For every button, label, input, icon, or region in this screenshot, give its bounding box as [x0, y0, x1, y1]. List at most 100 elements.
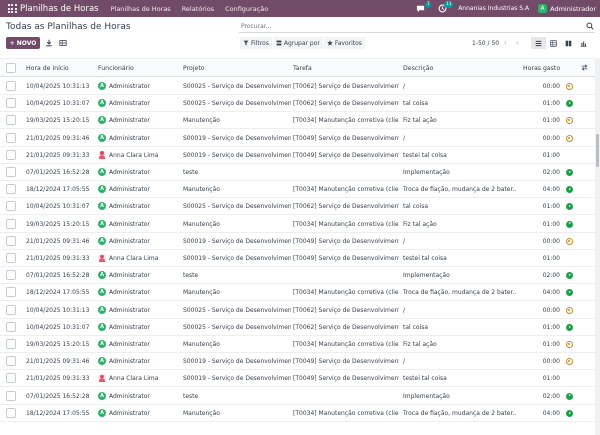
spreadsheet-icon[interactable]: [59, 39, 67, 47]
play-timer-icon[interactable]: [566, 272, 573, 280]
column-header-hours[interactable]: Horas gasto: [523, 65, 560, 72]
row-checkbox[interactable]: [6, 218, 16, 229]
play-timer-icon[interactable]: [566, 169, 573, 176]
timer-status-icon[interactable]: [566, 306, 573, 314]
table-row[interactable]: 21/01/2025 09:31:46 A Administrator S00019 …: [0, 233, 600, 250]
table-row[interactable]: 18/12/2024 17:05:55 A Administrator Manuten…: [0, 284, 600, 302]
row-checkbox[interactable]: [6, 98, 16, 109]
table-row[interactable]: 19/03/2025 15:20:15 A Administrator Manuten…: [0, 112, 600, 130]
table-row[interactable]: 21/01/2025 09:31:33 Anna Clara Lima S00019…: [0, 250, 600, 267]
column-header-date[interactable]: Hora de início: [26, 65, 69, 72]
row-checkbox[interactable]: [6, 390, 16, 401]
table-row[interactable]: 10/04/2025 10:31:07 A Administrator S00025 …: [0, 95, 600, 113]
table-row[interactable]: 21/01/2025 09:31:33 Anna Clara Lima S00019…: [0, 370, 600, 388]
row-checkbox[interactable]: [6, 149, 16, 160]
table-row[interactable]: 07/01/2025 16:52:28 A Administrator teste Im…: [0, 267, 600, 285]
favorites-button[interactable]: Favoritos: [323, 37, 366, 49]
cell-hours: 01:00: [542, 323, 560, 331]
table-row[interactable]: 19/03/2025 15:20:15 A Administrator Manuten…: [0, 216, 600, 233]
apps-menu-icon[interactable]: [6, 3, 18, 15]
filters-button[interactable]: Filtros: [240, 37, 273, 49]
menu-relatorios[interactable]: Relatórios: [182, 5, 214, 13]
view-switcher: [531, 37, 591, 49]
row-checkbox[interactable]: [6, 115, 16, 126]
row-checkbox[interactable]: [6, 253, 16, 263]
group-by-button[interactable]: Agrupar por: [272, 37, 324, 49]
row-checkbox[interactable]: [6, 356, 16, 367]
cell-task: [T0062] Serviço de Desenvolvimento: [293, 100, 399, 108]
row-checkbox[interactable]: [6, 339, 16, 349]
column-header-employee[interactable]: Funcionário: [98, 65, 134, 72]
pager-value[interactable]: 1-50 / 50: [472, 40, 499, 47]
kanban-view-button[interactable]: [561, 37, 576, 49]
play-timer-icon[interactable]: [566, 323, 573, 331]
table-row[interactable]: 10/04/2025 10:31:07 A Administrator S00025 …: [0, 198, 600, 216]
cell-date: 19/03/2025 15:20:15: [26, 220, 90, 228]
chat-button[interactable]: 7: [416, 1, 432, 14]
column-header-description[interactable]: Descrição: [403, 65, 433, 72]
cell-task: [T0049] Serviço de Desenvolvimento: [293, 151, 399, 159]
timer-status-icon[interactable]: [566, 83, 573, 90]
scrollbar[interactable]: [595, 58, 600, 435]
table-row[interactable]: 10/04/2025 10:31:07 A Administrator S00025 …: [0, 319, 600, 336]
row-checkbox[interactable]: [6, 304, 16, 315]
row-checkbox[interactable]: [6, 407, 16, 418]
row-checkbox[interactable]: [6, 321, 16, 332]
timer-status-icon[interactable]: [566, 237, 573, 245]
row-checkbox[interactable]: [6, 373, 16, 384]
column-header-task[interactable]: Tarefa: [293, 65, 312, 72]
table-row[interactable]: 10/04/2025 10:31:13 A Administrator S00025 …: [0, 302, 600, 319]
select-all-checkbox[interactable]: [6, 63, 16, 73]
row-checkbox[interactable]: [6, 287, 16, 298]
play-timer-icon[interactable]: [566, 289, 573, 297]
table-row[interactable]: 07/01/2025 16:52:28 A Administrator teste Im…: [0, 388, 600, 405]
cell-employee: Anna Clara Lima: [109, 151, 159, 159]
user-avatar[interactable]: A: [538, 4, 548, 13]
table-row[interactable]: 18/12/2024 17:05:55 A Administrator Manuten…: [0, 181, 600, 199]
timer-status-icon[interactable]: [566, 358, 573, 366]
employee-avatar: A: [98, 99, 106, 108]
play-timer-icon[interactable]: [566, 186, 573, 194]
row-checkbox[interactable]: [6, 167, 16, 177]
download-icon[interactable]: [45, 39, 53, 47]
table-row[interactable]: 10/04/2025 10:31:13 A Administrator S00025 …: [0, 78, 600, 95]
play-timer-icon[interactable]: [566, 409, 573, 417]
row-checkbox[interactable]: [6, 184, 16, 195]
user-menu[interactable]: Administrador: [550, 5, 596, 13]
menu-planilhas[interactable]: Planilhas de Horas: [111, 5, 171, 13]
play-timer-icon[interactable]: [566, 220, 573, 228]
table-row[interactable]: 18/12/2024 17:05:55 A Administrator Manuten…: [0, 405, 600, 422]
new-button[interactable]: + NOVO: [6, 37, 40, 49]
table-row[interactable]: 21/01/2025 09:31:33 Anna Clara Lima S00019…: [0, 147, 600, 164]
table-row[interactable]: 07/01/2025 16:52:28 A Administrator teste Im…: [0, 164, 600, 181]
row-checkbox[interactable]: [6, 201, 16, 212]
list-view-button[interactable]: [531, 37, 546, 49]
company-switcher[interactable]: Annanias Industrias S.A: [458, 5, 529, 12]
menu-configuracao[interactable]: Configuração: [225, 5, 268, 13]
play-timer-icon[interactable]: [566, 203, 573, 211]
activity-button[interactable]: 11: [438, 1, 454, 14]
column-settings-icon[interactable]: [581, 64, 588, 71]
app-brand[interactable]: Planilhas de Horas: [20, 4, 99, 14]
table-row[interactable]: 21/01/2025 09:31:46 A Administrator S00019 …: [0, 130, 600, 147]
search-input[interactable]: [239, 22, 586, 30]
column-header-project[interactable]: Projeto: [183, 65, 205, 72]
timer-status-icon[interactable]: [566, 117, 573, 125]
row-checkbox[interactable]: [6, 270, 16, 281]
pager-previous-icon[interactable]: ‹: [504, 39, 507, 47]
table-row[interactable]: 19/03/2025 15:20:15 A Administrator Manuten…: [0, 336, 600, 353]
row-checkbox[interactable]: [6, 81, 16, 91]
search-icon[interactable]: [586, 22, 594, 30]
cell-project: Manutenção: [183, 186, 220, 194]
row-checkbox[interactable]: [6, 235, 16, 246]
pager-next-icon[interactable]: ›: [516, 39, 519, 47]
timer-status-icon[interactable]: [566, 341, 573, 348]
scrollbar-thumb[interactable]: [596, 134, 599, 167]
play-timer-icon[interactable]: [566, 100, 573, 108]
play-timer-icon[interactable]: [566, 392, 573, 400]
graph-view-button[interactable]: [576, 37, 591, 49]
table-row[interactable]: 21/01/2025 09:31:46 A Administrator S00019 …: [0, 353, 600, 371]
row-checkbox[interactable]: [6, 132, 16, 143]
timer-status-icon[interactable]: [566, 134, 573, 142]
grid-view-button[interactable]: [546, 37, 561, 49]
